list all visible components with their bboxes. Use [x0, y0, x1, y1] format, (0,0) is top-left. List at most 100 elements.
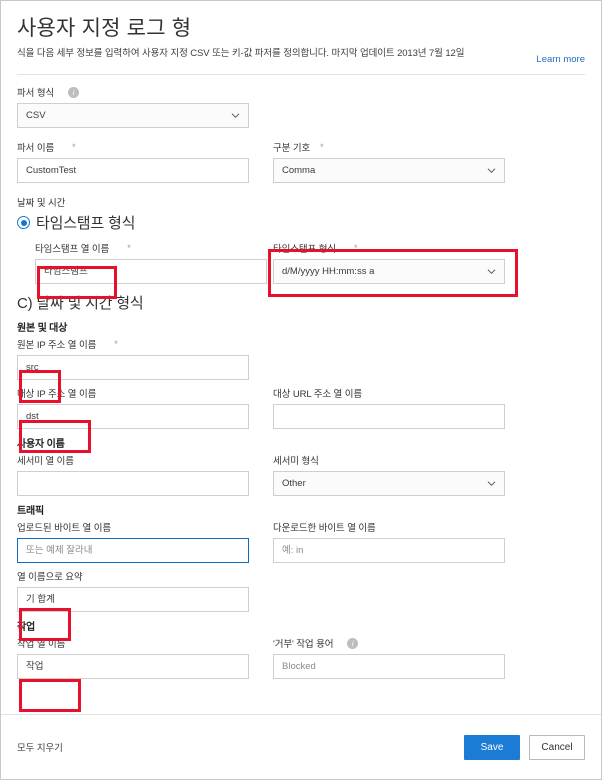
- dst-ip-label: 대상 IP 주소 열 이름: [17, 386, 96, 400]
- summary-input[interactable]: 기 합계: [17, 587, 249, 612]
- action-column-col: 작업 열 이름 작업: [17, 636, 249, 679]
- timestamp-column-col: 타임스탬프 열 이름 * 타임스탬프: [35, 241, 267, 284]
- action-column-input[interactable]: 작업: [17, 654, 249, 679]
- bytes-row: 업로드된 바이트 열 이름 또는 예제 잘라내 다운로드한 바이트 열 이름 예…: [17, 520, 585, 563]
- chevron-down-icon: [487, 166, 496, 175]
- timestamp-format-value: d/M/yyyy HH:mm:ss a: [282, 260, 374, 283]
- info-icon[interactable]: i: [347, 638, 358, 649]
- dst-url-label: 대상 URL 주소 열 이름: [273, 386, 362, 400]
- datetime-group-label: 날짜 및 시간: [17, 195, 585, 209]
- parser-name-col: 파서 이름 * CustomTest: [17, 140, 249, 183]
- session-format-select[interactable]: Other: [273, 471, 505, 496]
- form-body: 파서 형식 i CSV 파서 이름: [1, 75, 601, 679]
- deny-term-label-row: '거부' 작업 용어 i: [273, 636, 505, 650]
- info-icon[interactable]: i: [68, 87, 79, 98]
- session-format-label: 세서미 형식: [273, 453, 319, 467]
- timestamp-row: 타임스탬프 열 이름 * 타임스탬프 타임스탬프 형식 * d/M/yyyy H…: [17, 241, 585, 284]
- upload-bytes-label: 업로드된 바이트 열 이름: [17, 520, 111, 534]
- parser-format-label: 파서 형식: [17, 85, 54, 99]
- dst-ip-col: 대상 IP 주소 열 이름 dst: [17, 386, 249, 429]
- learn-more-link[interactable]: Learn more: [536, 54, 585, 65]
- download-bytes-label: 다운로드한 바이트 열 이름: [273, 520, 376, 534]
- page-subtitle: 식을 다음 세부 정보를 입력하여 사용자 지정 CSV 또는 키-값 파저를 …: [17, 48, 464, 60]
- source-dest-group-label: 원본 및 대상: [17, 319, 585, 334]
- parser-format-col: 파서 형식 i CSV: [17, 85, 249, 128]
- delimiter-required: *: [320, 142, 323, 152]
- action-row: 작업 열 이름 작업 '거부' 작업 용어 i Blocked: [17, 636, 585, 679]
- chevron-down-icon: [487, 479, 496, 488]
- subtitle-row: 식을 다음 세부 정보를 입력하여 사용자 지정 CSV 또는 키-값 파저를 …: [17, 48, 585, 75]
- session-row: 세서미 열 이름 세서미 형식 Other: [17, 453, 585, 496]
- timestamp-format-select[interactable]: d/M/yyyy HH:mm:ss a: [273, 259, 505, 284]
- download-bytes-col: 다운로드한 바이트 열 이름 예: in: [273, 520, 505, 563]
- delimiter-label: 구분 기호: [273, 140, 310, 154]
- src-ip-row: 원본 IP 주소 열 이름 * src: [17, 337, 585, 380]
- timestamp-format-label-row: 타임스탬프 형식 *: [273, 241, 505, 255]
- timestamp-column-required: *: [127, 243, 130, 253]
- dst-ip-label-row: 대상 IP 주소 열 이름: [17, 386, 249, 400]
- session-column-label: 세서미 열 이름: [17, 453, 74, 467]
- dialog-footer: 모두 지우기 Save Cancel: [1, 714, 601, 779]
- download-bytes-label-row: 다운로드한 바이트 열 이름: [273, 520, 505, 534]
- session-column-input[interactable]: [17, 471, 249, 496]
- session-format-value: Other: [282, 472, 306, 495]
- dialog-header: 사용자 지정 로그 형 식을 다음 세부 정보를 입력하여 사용자 지정 CSV…: [1, 1, 601, 75]
- chevron-down-icon: [231, 111, 240, 120]
- timestamp-format-col: 타임스탬프 형식 * d/M/yyyy HH:mm:ss a: [273, 241, 505, 284]
- timestamp-format-radio[interactable]: [17, 216, 30, 229]
- parser-name-input[interactable]: CustomTest: [17, 158, 249, 183]
- timestamp-column-input[interactable]: 타임스탬프: [35, 259, 267, 284]
- parser-name-required: *: [72, 142, 75, 152]
- parser-name-label-row: 파서 이름 *: [17, 140, 249, 154]
- cancel-button[interactable]: Cancel: [529, 735, 585, 760]
- timestamp-format-radio-row[interactable]: 타임스탬프 형식: [17, 212, 585, 233]
- save-button[interactable]: Save: [464, 735, 520, 760]
- parser-format-value: CSV: [26, 104, 46, 127]
- session-format-label-row: 세서미 형식: [273, 453, 505, 467]
- annotation-box-action-column: [19, 679, 81, 712]
- summary-row: 열 이름으로 요약 기 합계: [17, 569, 585, 612]
- parser-format-row: 파서 형식 i CSV: [17, 85, 585, 128]
- timestamp-format-label: 타임스탬프 형식: [273, 241, 336, 255]
- src-ip-required: *: [114, 339, 117, 349]
- dst-url-label-row: 대상 URL 주소 열 이름: [273, 386, 505, 400]
- download-bytes-input[interactable]: 예: in: [273, 538, 505, 563]
- deny-term-input[interactable]: Blocked: [273, 654, 505, 679]
- delimiter-select[interactable]: Comma: [273, 158, 505, 183]
- src-ip-label: 원본 IP 주소 열 이름: [17, 337, 96, 351]
- dst-url-col: 대상 URL 주소 열 이름: [273, 386, 505, 429]
- action-group-label: 작업: [17, 618, 585, 633]
- deny-term-col: '거부' 작업 용어 i Blocked: [273, 636, 505, 679]
- chevron-down-icon: [487, 267, 496, 276]
- summary-label: 열 이름으로 요약: [17, 569, 83, 583]
- action-column-label: 작업 열 이름: [17, 636, 65, 650]
- delimiter-value: Comma: [282, 159, 315, 182]
- dst-url-input[interactable]: [273, 404, 505, 429]
- timestamp-column-label-row: 타임스탬프 열 이름 *: [35, 241, 267, 255]
- summary-label-row: 열 이름으로 요약: [17, 569, 249, 583]
- parser-format-select[interactable]: CSV: [17, 103, 249, 128]
- delimiter-col: 구분 기호 * Comma: [273, 140, 505, 183]
- src-ip-col: 원본 IP 주소 열 이름 * src: [17, 337, 249, 380]
- footer-buttons: Save Cancel: [464, 735, 585, 760]
- parser-name-row: 파서 이름 * CustomTest 구분 기호 * Comma: [17, 140, 585, 183]
- custom-log-type-dialog: 사용자 지정 로그 형 식을 다음 세부 정보를 입력하여 사용자 지정 CSV…: [0, 0, 602, 780]
- src-ip-input[interactable]: src: [17, 355, 249, 380]
- action-column-label-row: 작업 열 이름: [17, 636, 249, 650]
- session-format-col: 세서미 형식 Other: [273, 453, 505, 496]
- clear-all-link[interactable]: 모두 지우기: [17, 740, 63, 754]
- upload-bytes-input[interactable]: 또는 예제 잘라내: [17, 538, 249, 563]
- timestamp-format-required: *: [354, 243, 357, 253]
- dst-ip-input[interactable]: dst: [17, 404, 249, 429]
- parser-format-spacer-col: [273, 85, 505, 128]
- dialog-panel: 사용자 지정 로그 형 식을 다음 세부 정보를 입력하여 사용자 지정 CSV…: [1, 1, 601, 779]
- page-title: 사용자 지정 로그 형: [17, 17, 585, 40]
- summary-col: 열 이름으로 요약 기 합계: [17, 569, 249, 612]
- upload-bytes-label-row: 업로드된 바이트 열 이름: [17, 520, 249, 534]
- summary-spacer-col: [273, 569, 505, 612]
- deny-term-label: '거부' 작업 용어: [273, 636, 333, 650]
- src-ip-label-row: 원본 IP 주소 열 이름 *: [17, 337, 249, 351]
- src-ip-spacer-col: [273, 337, 505, 380]
- section-c-heading: C) 날짜 및 시간 형식: [17, 292, 585, 313]
- user-group-label: 사용자 이름: [17, 435, 585, 450]
